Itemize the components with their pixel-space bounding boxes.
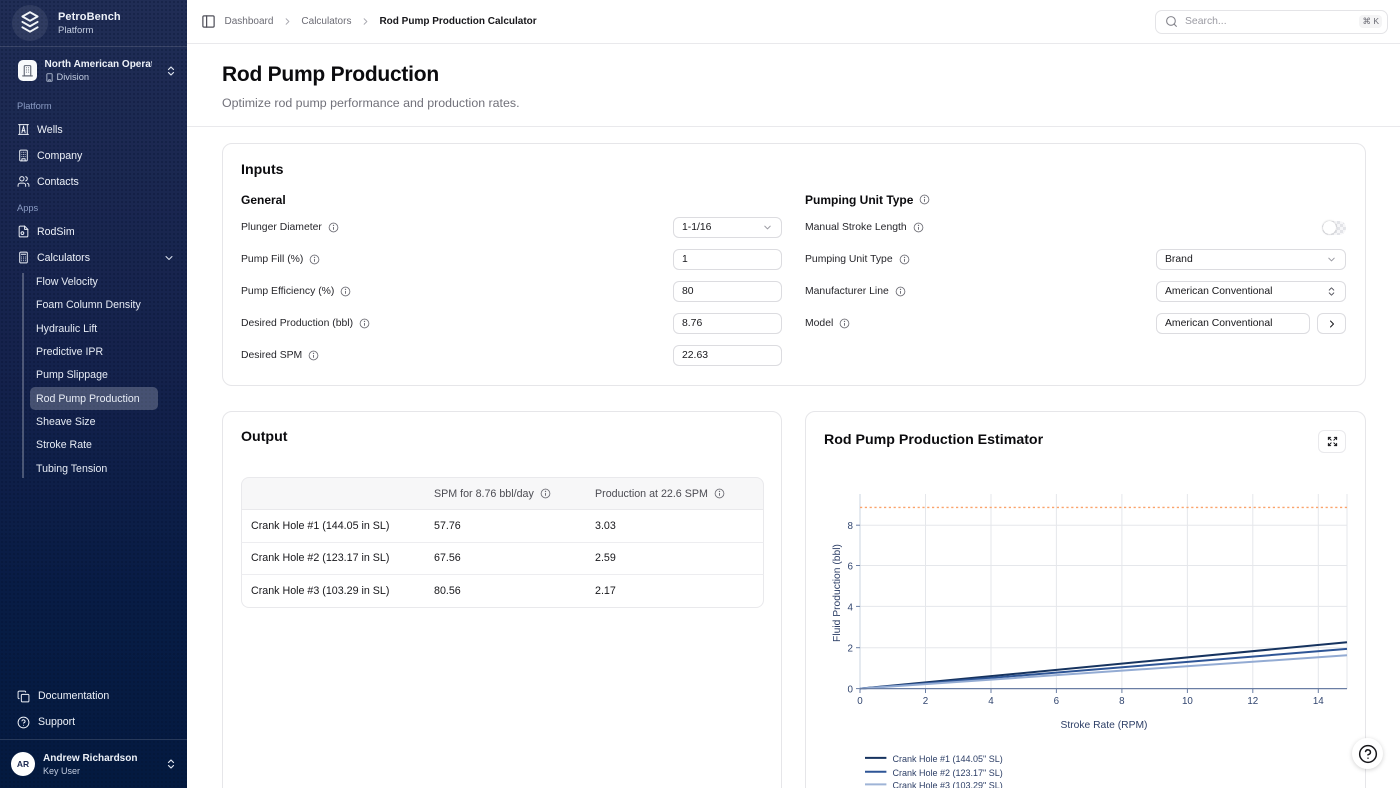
svg-text:4: 4: [848, 602, 854, 613]
svg-text:4: 4: [988, 696, 994, 707]
svg-text:14: 14: [1313, 696, 1324, 707]
svg-text:Fluid Production (bbl): Fluid Production (bbl): [832, 544, 843, 642]
svg-text:10: 10: [1182, 696, 1193, 707]
svg-text:2: 2: [848, 644, 853, 655]
svg-text:Stroke Rate (RPM): Stroke Rate (RPM): [1061, 720, 1148, 731]
svg-text:Crank Hole #2 (123.17" SL): Crank Hole #2 (123.17" SL): [893, 768, 1003, 778]
svg-text:8: 8: [1119, 696, 1125, 707]
svg-text:Crank Hole #1 (144.05" SL): Crank Hole #1 (144.05" SL): [893, 754, 1003, 764]
svg-text:2: 2: [923, 696, 928, 707]
svg-text:0: 0: [848, 685, 854, 696]
svg-text:Crank Hole #3 (103.29" SL): Crank Hole #3 (103.29" SL): [893, 781, 1003, 788]
svg-text:12: 12: [1247, 696, 1258, 707]
svg-text:8: 8: [848, 521, 854, 532]
svg-text:6: 6: [1054, 696, 1060, 707]
svg-text:0: 0: [857, 696, 863, 707]
svg-text:6: 6: [848, 562, 854, 573]
